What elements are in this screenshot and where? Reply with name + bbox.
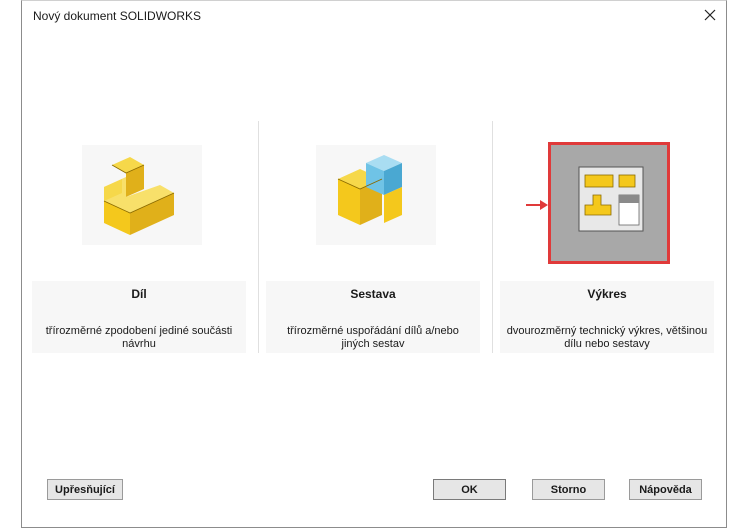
separator (492, 121, 493, 353)
ok-button[interactable]: OK (433, 479, 506, 500)
part-icon (82, 145, 202, 245)
template-assembly[interactable]: Sestava třírozměrné uspořádání dílů a/ne… (266, 121, 480, 353)
new-document-dialog: Nový dokument SOLIDWORKS Díl třírozměrné… (21, 0, 727, 528)
template-part[interactable]: Díl třírozměrné zpodobení jediné součást… (32, 121, 246, 353)
template-name: Výkres (587, 287, 627, 301)
template-name: Sestava (350, 287, 396, 301)
assembly-icon (316, 145, 436, 245)
close-icon[interactable] (702, 7, 718, 23)
template-drawing[interactable]: Výkres dvourozměrný technický výkres, vě… (500, 121, 714, 353)
dialog-title: Nový dokument SOLIDWORKS (33, 9, 202, 23)
advanced-button[interactable]: Upřesňující (47, 479, 123, 500)
template-description: dvourozměrný technický výkres, většinou … (506, 325, 708, 350)
template-description: třírozměrné zpodobení jediné součásti ná… (45, 325, 233, 350)
help-button[interactable]: Nápověda (629, 479, 702, 500)
template-description: třírozměrné uspořádání dílů a/nebo jinýc… (287, 325, 459, 350)
cancel-button[interactable]: Storno (532, 479, 605, 500)
template-name: Díl (131, 287, 147, 301)
arrow-icon (526, 200, 548, 210)
drawing-icon (548, 142, 670, 264)
separator (258, 121, 259, 353)
